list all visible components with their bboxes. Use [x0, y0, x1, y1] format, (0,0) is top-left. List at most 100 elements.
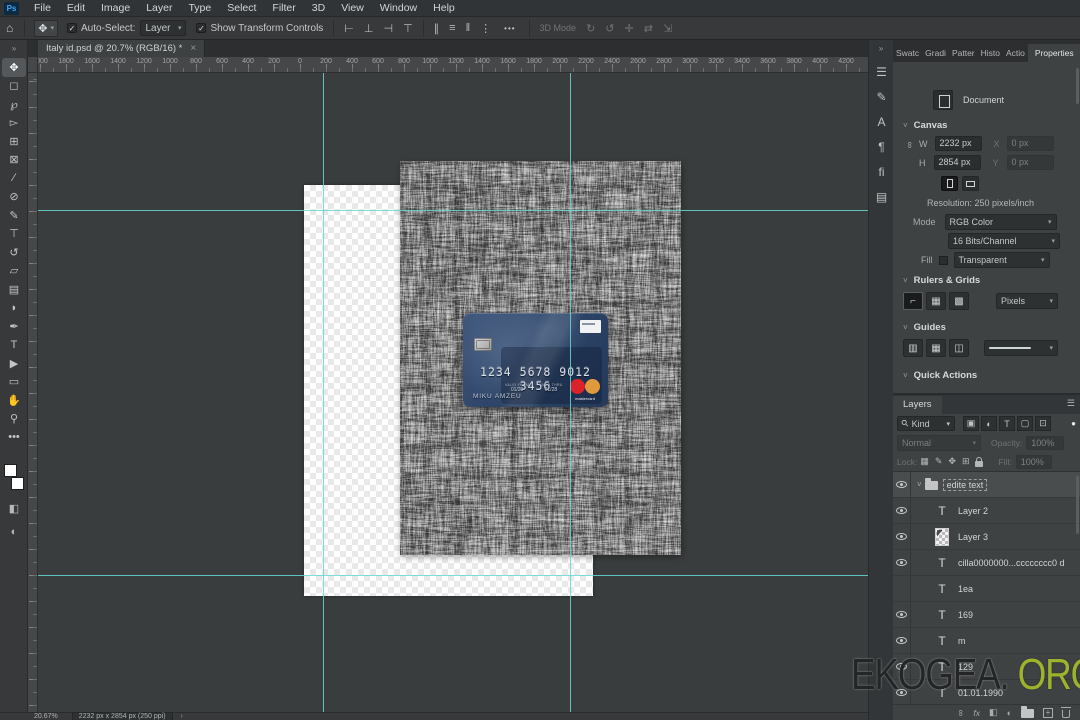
layers-menu-icon[interactable]: ☰ [1062, 398, 1080, 412]
opacity-field[interactable]: 100% [1026, 435, 1065, 450]
lock-transparent-pixels-icon[interactable]: ▦ [920, 456, 929, 467]
add-layer-mask-icon[interactable]: ◧ [989, 707, 998, 718]
panel-tab[interactable]: Gradi [922, 44, 949, 62]
edit-toolbar-button[interactable]: ••• [2, 428, 26, 447]
x-field[interactable]: 0 px [1006, 136, 1054, 151]
filter-shape-layers-button[interactable]: ▢ [1017, 416, 1033, 431]
expand-panels-icon[interactable]: » [869, 40, 893, 59]
clone-source-panel-icon[interactable]: ✎ [869, 84, 894, 109]
rulers-grids-section-header[interactable]: ˅ Rulers & Grids [893, 275, 980, 286]
distribute-horizontal-icon[interactable]: ∥ [429, 22, 445, 35]
paragraph-panel-icon[interactable]: ¶ [869, 134, 894, 159]
object-selection-tool[interactable]: ▻ [2, 114, 26, 133]
auto-select-checkbox[interactable]: ✓ Auto-Select: [66, 23, 135, 34]
blur-tool[interactable]: ◗ [2, 299, 26, 318]
fill-checkbox[interactable] [938, 255, 948, 265]
distribute-spacing-icon[interactable]: ‖ [461, 22, 476, 34]
close-icon[interactable]: × [190, 43, 196, 54]
filter-pixel-layers-button[interactable]: ▣ [963, 416, 979, 431]
width-field[interactable]: 2232 px [934, 136, 982, 151]
fill-opacity-field[interactable]: 100% [1015, 454, 1052, 469]
toggle-snap-button[interactable]: ▩ [949, 292, 969, 310]
status-chevron-icon[interactable]: › [181, 713, 183, 720]
blend-mode-dropdown[interactable]: Normal ▾ [897, 434, 981, 451]
canvas-section-header[interactable]: ˅ Canvas [893, 120, 947, 131]
vertical-guide-2[interactable] [570, 73, 571, 712]
expand-group-icon[interactable]: ˅ [917, 480, 922, 489]
layer-style-icon[interactable]: fx [973, 708, 980, 718]
3d-zoom-icon[interactable]: ⇲ [658, 22, 677, 35]
3d-pan-icon[interactable]: ✛ [620, 22, 639, 35]
panel-tab[interactable]: Actio [1003, 44, 1028, 62]
layer-row[interactable]: T 129 [893, 654, 1080, 680]
color-swatches[interactable] [4, 464, 24, 490]
menu-item[interactable]: 3D [304, 0, 333, 16]
bit-depth-dropdown[interactable]: 16 Bits/Channel ▾ [948, 233, 1060, 249]
filter-smart-objects-button[interactable]: ⊡ [1035, 416, 1051, 431]
horizontal-guide-1[interactable] [38, 210, 868, 211]
lock-image-pixels-icon[interactable]: ✎ [935, 456, 943, 467]
visibility-toggle[interactable] [893, 680, 911, 705]
align-left-edges-icon[interactable]: ⊢ [339, 22, 359, 35]
tab-layers[interactable]: Layers [893, 395, 942, 414]
lock-artboard-icon[interactable]: ⊞ [962, 456, 970, 467]
edit-guides-button[interactable]: ◫ [949, 339, 969, 357]
more-options-icon[interactable]: ••• [496, 24, 523, 33]
link-layers-icon[interactable]: ∞ [956, 709, 966, 715]
menu-item[interactable]: View [333, 0, 372, 16]
layer-row[interactable]: T Layer 2 [893, 498, 1080, 524]
toolbar-collapse-icon[interactable]: » [0, 44, 28, 53]
move-tool[interactable]: ✥ [2, 58, 26, 77]
libraries-panel-icon[interactable]: ▤ [869, 184, 894, 209]
path-selection-tool[interactable]: ▶ [2, 354, 26, 373]
visibility-toggle[interactable] [893, 654, 911, 679]
layer-row[interactable]: T cilla0000000...cccccccc0 d [893, 550, 1080, 576]
background-color-swatch[interactable] [11, 477, 24, 490]
type-tool[interactable]: T [2, 336, 26, 355]
new-layer-icon[interactable]: + [1043, 707, 1053, 718]
layer-row[interactable]: T m [893, 628, 1080, 654]
hand-tool[interactable]: ✋ [2, 391, 26, 410]
menu-item[interactable]: Layer [138, 0, 180, 16]
clone-stamp-tool[interactable]: ⊤ [2, 225, 26, 244]
visibility-toggle[interactable] [893, 498, 911, 523]
healing-brush-tool[interactable]: ⊘ [2, 188, 26, 207]
3d-roll-icon[interactable]: ↺ [600, 22, 619, 35]
menu-item[interactable]: Type [180, 0, 219, 16]
quick-actions-section-header[interactable]: ˅ Quick Actions [893, 370, 977, 381]
distribute-stack-icon[interactable]: ⋮ [475, 22, 496, 35]
zoom-tool[interactable]: ⚲ [2, 410, 26, 429]
zoom-level[interactable]: 20.67% [34, 713, 58, 720]
brush-tool[interactable]: ✎ [2, 206, 26, 225]
toggle-grid-button[interactable]: ▦ [926, 292, 946, 310]
landscape-orientation-button[interactable] [962, 176, 979, 191]
portrait-orientation-button[interactable] [941, 176, 958, 191]
toggle-rulers-button[interactable]: ⌐ [903, 292, 923, 310]
brush-settings-panel-icon[interactable]: ☰ [869, 59, 894, 84]
3d-slide-icon[interactable]: ⇄ [639, 22, 658, 35]
visibility-toggle[interactable] [893, 472, 911, 497]
guide-style-dropdown[interactable]: ▾ [984, 340, 1058, 356]
screen-mode-button[interactable]: ◐ [0, 526, 28, 538]
home-icon[interactable]: ⌂ [0, 21, 19, 35]
layers-scrollbar[interactable] [1076, 476, 1079, 534]
current-tool-preset[interactable]: ✥ ▾ [34, 19, 58, 37]
layer-row-hidden[interactable]: T 1ea [893, 576, 1080, 602]
fill-dropdown[interactable]: Transparent ▾ [953, 252, 1050, 268]
canvas-viewport[interactable]: 1234 5678 9012 3456 VALID FROM 01/23 VAL… [38, 73, 868, 712]
history-brush-tool[interactable]: ↺ [2, 243, 26, 262]
guides-section-header[interactable]: ˅ Guides [893, 322, 946, 333]
gradient-tool[interactable]: ▤ [2, 280, 26, 299]
visibility-toggle[interactable] [893, 576, 911, 601]
menu-item[interactable]: Select [219, 0, 264, 16]
properties-scrollbar[interactable] [1076, 68, 1079, 104]
show-transform-controls-checkbox[interactable]: ✓ Show Transform Controls [196, 23, 323, 34]
panel-tab[interactable]: Patter [949, 44, 978, 62]
units-dropdown[interactable]: Pixels ▾ [996, 293, 1058, 309]
horizontal-guide-2[interactable] [38, 575, 868, 576]
visibility-toggle[interactable] [893, 550, 911, 575]
align-vertical-centers-icon[interactable]: ⊥ [359, 22, 379, 35]
link-dimensions-icon[interactable]: ∞ [905, 142, 915, 148]
new-group-icon[interactable] [1021, 706, 1034, 718]
height-field[interactable]: 2854 px [933, 155, 981, 170]
